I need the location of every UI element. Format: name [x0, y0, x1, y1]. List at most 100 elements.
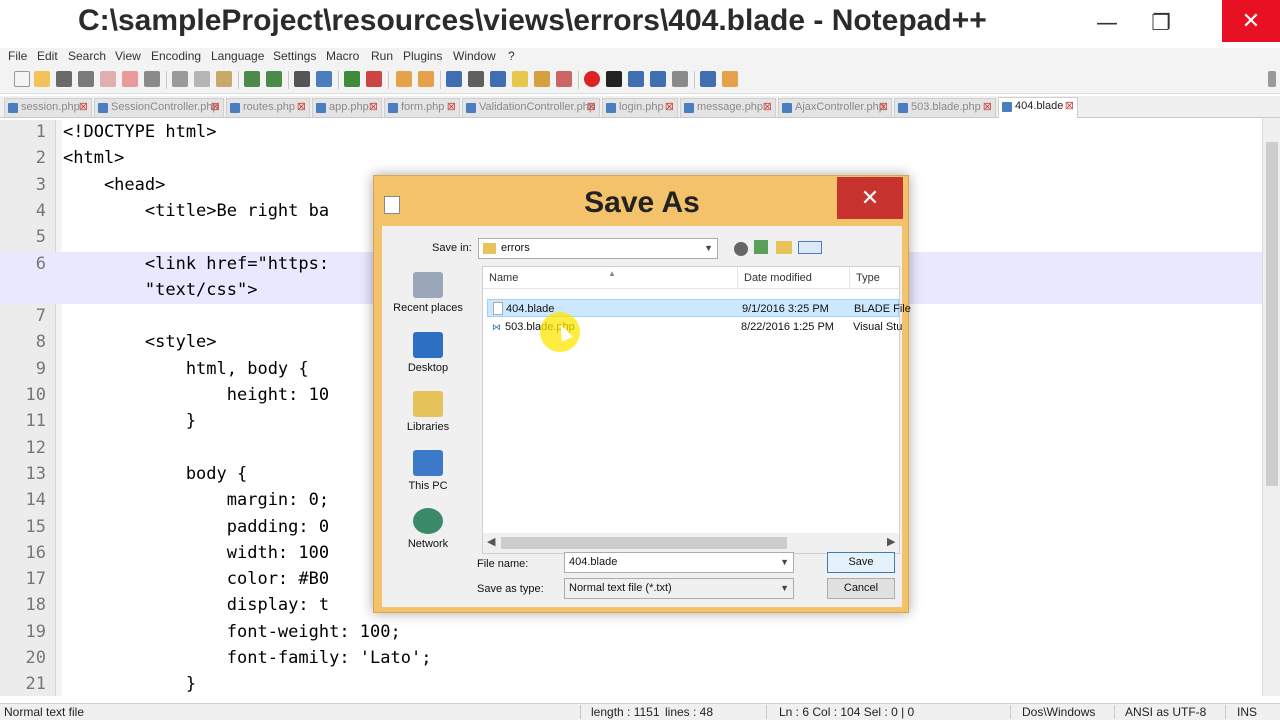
cancel-button[interactable]: Cancel: [827, 578, 895, 599]
column-date[interactable]: Date modified: [744, 272, 812, 284]
word-wrap-icon[interactable]: [446, 71, 462, 87]
doc-map-icon[interactable]: [512, 71, 528, 87]
tab-login-php[interactable]: login.php ⊠: [602, 98, 678, 117]
tab-close-icon[interactable]: ⊠: [665, 99, 674, 116]
cut-icon[interactable]: [172, 71, 188, 87]
maximize-button[interactable]: ❐: [1138, 6, 1184, 40]
save-type-dropdown[interactable]: Normal text file (*.txt) ▼: [564, 578, 794, 599]
play-macro-icon[interactable]: [628, 71, 644, 87]
tab-404-blade[interactable]: 404.blade ⊠: [998, 97, 1078, 118]
show-all-chars-icon[interactable]: [468, 71, 484, 87]
tab-close-icon[interactable]: ⊠: [447, 99, 456, 116]
tab-close-icon[interactable]: ⊠: [763, 99, 772, 116]
tab-message-php[interactable]: message.php ⊠: [680, 98, 776, 117]
new-file-icon[interactable]: [14, 71, 30, 87]
tab-close-icon[interactable]: ⊠: [879, 99, 888, 116]
code-text: margin: 0;: [63, 490, 330, 511]
menu-search[interactable]: Search: [68, 49, 106, 63]
close-all-icon[interactable]: [122, 71, 138, 87]
menu-help[interactable]: ?: [508, 49, 515, 63]
zoom-in-icon[interactable]: [344, 71, 360, 87]
tab-app-php[interactable]: app.php ⊠: [312, 98, 382, 117]
scrollbar-thumb[interactable]: [501, 537, 787, 549]
tab-sessioncontroller-php[interactable]: SessionController.php ⊠: [94, 98, 224, 117]
tab-form-php[interactable]: form.php ⊠: [384, 98, 460, 117]
close-button[interactable]: ✕: [1222, 0, 1280, 42]
view-menu-icon[interactable]: [798, 241, 822, 254]
minimize-button[interactable]: —: [1084, 6, 1130, 40]
place-this-pc[interactable]: This PC: [382, 450, 474, 492]
menu-macro[interactable]: Macro: [326, 49, 359, 63]
file-list[interactable]: Name ▲ Date modified Type 404.blade 9/1/…: [482, 266, 911, 554]
menu-plugins[interactable]: Plugins: [403, 49, 442, 63]
file-name-input[interactable]: 404.blade ▼: [564, 552, 794, 573]
menu-settings[interactable]: Settings: [273, 49, 316, 63]
record-macro-icon[interactable]: [584, 71, 600, 87]
close-file-icon[interactable]: [100, 71, 116, 87]
zoom-out-icon[interactable]: [366, 71, 382, 87]
sync-vertical-icon[interactable]: [396, 71, 412, 87]
tab-ajaxcontroller-php[interactable]: AjaxController.php ⊠: [778, 98, 892, 117]
file-type: BLADE File: [854, 303, 911, 315]
folder-workspace-icon[interactable]: [556, 71, 572, 87]
tab-close-icon[interactable]: ⊠: [297, 99, 306, 116]
menu-view[interactable]: View: [115, 49, 141, 63]
tab-close-icon[interactable]: ⊠: [587, 99, 596, 116]
sync-horizontal-icon[interactable]: [418, 71, 434, 87]
save-all-icon[interactable]: [78, 71, 94, 87]
copy-icon[interactable]: [194, 71, 210, 87]
scroll-left-icon[interactable]: ◀: [487, 535, 495, 548]
redo-icon[interactable]: [266, 71, 282, 87]
column-type[interactable]: Type: [856, 272, 880, 284]
scroll-right-icon[interactable]: ▶: [887, 535, 895, 548]
undo-icon[interactable]: [244, 71, 260, 87]
new-folder-icon[interactable]: [776, 241, 792, 254]
tab-503-blade-php[interactable]: 503.blade.php ⊠: [894, 98, 996, 117]
paste-icon[interactable]: [216, 71, 232, 87]
tab-session-php[interactable]: session.php ⊠: [4, 98, 92, 117]
place-desktop[interactable]: Desktop: [382, 332, 474, 374]
save-icon[interactable]: [56, 71, 72, 87]
menu-window[interactable]: Window: [453, 49, 496, 63]
dialog-close-button[interactable]: ✕: [837, 177, 903, 219]
column-divider: [849, 267, 850, 289]
up-folder-icon[interactable]: [754, 240, 768, 254]
spell-check-icon[interactable]: [700, 71, 716, 87]
place-recent[interactable]: Recent places: [382, 272, 474, 314]
back-icon[interactable]: [734, 242, 748, 256]
save-macro-icon[interactable]: [672, 71, 688, 87]
place-network[interactable]: Network: [382, 508, 474, 550]
menu-edit[interactable]: Edit: [37, 49, 58, 63]
toolbar-close-icon[interactable]: [1268, 71, 1276, 87]
menu-encoding[interactable]: Encoding: [151, 49, 201, 63]
tab-close-icon[interactable]: ⊠: [211, 99, 220, 116]
open-file-icon[interactable]: [34, 71, 50, 87]
status-mode: INS: [1237, 705, 1258, 719]
code-line: 1 <!DOCTYPE html>: [0, 120, 1262, 146]
scrollbar-thumb[interactable]: [1266, 142, 1278, 486]
code-text: <!DOCTYPE html>: [63, 122, 217, 142]
run-macro-multiple-icon[interactable]: [650, 71, 666, 87]
tab-close-icon[interactable]: ⊠: [983, 99, 992, 116]
tab-validationcontroller-php[interactable]: ValidationController.php ⊠: [462, 98, 600, 117]
place-libraries[interactable]: Libraries: [382, 391, 474, 433]
indent-guide-icon[interactable]: [490, 71, 506, 87]
menu-file[interactable]: File: [8, 49, 27, 63]
tab-close-icon[interactable]: ⊠: [79, 99, 88, 116]
horizontal-scrollbar[interactable]: ◀ ▶: [483, 533, 899, 553]
menu-run[interactable]: Run: [371, 49, 393, 63]
tab-close-icon[interactable]: ⊠: [1065, 98, 1074, 115]
tab-close-icon[interactable]: ⊠: [369, 99, 378, 116]
save-button[interactable]: Save: [827, 552, 895, 573]
vertical-scrollbar[interactable]: [1262, 118, 1280, 696]
plugin-icon[interactable]: [722, 71, 738, 87]
find-icon[interactable]: [294, 71, 310, 87]
function-list-icon[interactable]: [534, 71, 550, 87]
stop-macro-icon[interactable]: [606, 71, 622, 87]
print-icon[interactable]: [144, 71, 160, 87]
tab-routes-php[interactable]: routes.php ⊠: [226, 98, 310, 117]
column-name[interactable]: Name: [489, 272, 518, 284]
replace-icon[interactable]: [316, 71, 332, 87]
save-in-dropdown[interactable]: errors ▼: [478, 238, 718, 259]
menu-language[interactable]: Language: [211, 49, 264, 63]
